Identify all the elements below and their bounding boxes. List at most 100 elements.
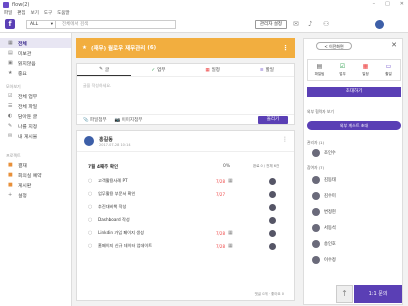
folder-icon: ■ [8,162,13,168]
sidebar-item-settings[interactable]: + 설정 [0,190,71,200]
scope-select[interactable]: ALL ▾ [26,20,56,29]
tab-todo[interactable]: ≡ 할일 [240,64,294,76]
task-row[interactable]: ○ Dashboard 작성 [88,215,278,225]
unread-icon: ▣ [8,60,13,66]
tab-calendar[interactable]: ▦ 일정 [354,60,377,80]
tab-files[interactable]: ▤ 파일팀 [308,60,331,80]
checkbox-icon[interactable]: ○ [88,191,98,197]
checkbox-icon[interactable]: ○ [88,217,98,223]
admin-settings-button[interactable]: 관리자 설정 [255,20,287,29]
assignee-avatar[interactable] [269,229,276,237]
search-input[interactable]: 전체에서 검색 [56,20,176,29]
submit-button[interactable]: 올리기 [258,116,288,124]
task-due: 7/27 [216,191,225,197]
avatar [312,224,320,232]
assignee-avatar[interactable] [269,190,276,198]
tab-task[interactable]: ✓ 업무 [131,64,185,76]
sidebar-item-assigned-to-me[interactable]: ✎ 나를 지정 [0,121,71,131]
menu-edit[interactable]: 편집 [17,10,25,16]
sidebar-item-unread[interactable]: ▣ 읽지않음 [0,58,71,68]
checkbox-icon[interactable]: ○ [88,230,98,236]
sidebar-item-unarchived[interactable]: ▤ 미보관 [0,48,71,58]
close-icon[interactable]: ✕ [391,41,397,49]
chevron-down-icon: ▾ [50,22,53,27]
sidebar-item-all-files[interactable]: ☰ 전체 파일 [0,101,71,111]
member-item[interactable]: 김동태 [312,174,336,186]
more-menu-icon[interactable]: ⋮ [282,44,289,52]
minimize-button[interactable]: – [373,1,376,7]
invite-button[interactable]: 초대하기 [307,87,401,97]
project-title: (재무) 월로우 재무관리 [90,46,146,52]
sidebar-item-board[interactable]: ■ 게시판 [0,180,71,190]
menu-tools[interactable]: 도구 [44,10,52,16]
assignee-avatar[interactable] [269,242,276,250]
tab-tasks[interactable]: ☑ 업무 [331,60,354,80]
sidebar-item-approval[interactable]: ■ 결재 [0,160,71,170]
file-icon: ☰ [8,103,13,109]
tab-todo[interactable]: ▭ 할일 [377,60,400,80]
attach-image-button[interactable]: 📷 이미지첨부 [115,117,143,123]
task-row[interactable]: ○ 업무활용 부문서 확인 7/27 [88,189,278,199]
checkbox-icon[interactable]: ○ [88,178,98,184]
back-button[interactable]: < 이전화면 [316,42,352,50]
checkbox-icon[interactable]: ○ [88,243,98,249]
checkbox-icon[interactable]: ○ [88,204,98,210]
brand-logo-icon[interactable]: f [5,19,15,29]
tab-label: 일정 [362,72,369,76]
task-label: 홈페이지 신규 데이터 업데이트 [98,243,153,248]
manager-section-label: 관리자 (1) [307,140,325,145]
task-row[interactable]: ○ 고객활용사례 PT 7/28 ▦ [88,176,278,186]
author-name[interactable]: 홍길동 [99,136,113,143]
tab-label: 일정 [211,68,220,73]
assignee-avatar[interactable] [269,177,276,185]
task-due: 7/28 [216,243,225,249]
chat-inquiry-button[interactable]: 1:1 문의 [354,285,402,303]
list-icon: ▤ [8,50,13,56]
people-icon[interactable]: ⚇ [323,20,329,28]
folder-icon: ■ [8,172,13,178]
maximize-button[interactable]: □ [385,1,390,7]
member-item[interactable]: 변정현 [312,206,336,218]
invite-guest-button[interactable]: 외부 게스트 초대 [307,121,401,130]
menu-file[interactable]: 파일 [4,10,12,16]
avatar [312,240,320,248]
member-item[interactable]: 이수정 [312,254,336,266]
task-row[interactable]: ○ Linkdin 가입 페이지 생성 7/28 ▦ [88,228,278,238]
menu-help[interactable]: 도움말 [57,10,69,16]
member-item[interactable]: 조인수 [312,147,336,159]
sidebar-item-important[interactable]: ★ 중요 [0,68,71,78]
close-window-button[interactable]: ✕ [400,1,404,7]
member-item[interactable]: 김수미 [312,190,336,202]
app-logo-icon [3,1,9,8]
star-icon[interactable]: ★ [82,45,87,51]
tab-post[interactable]: ✎ 글 [77,64,132,76]
composer-input[interactable]: 글을 작성하세요. [83,83,111,89]
calendar-icon[interactable]: ▦ [228,230,233,236]
sidebar-item-all[interactable]: ▦ 전체 [0,38,71,48]
attach-file-button[interactable]: 📎 파일첨부 [83,117,107,123]
post-menu-icon[interactable]: ⋮ [282,136,288,143]
menu-view[interactable]: 보기 [31,10,39,16]
user-avatar[interactable] [375,20,384,29]
sidebar-item-meeting-room[interactable]: ■ 회의실 예약 [0,170,71,180]
task-row[interactable]: ○ 추진대비책 작성 [88,202,278,212]
sidebar-item-saved-posts[interactable]: ◐ 담아둔 글 [0,111,71,121]
tab-schedule[interactable]: ▦ 일정 [186,64,240,76]
calendar-icon[interactable]: ▦ [228,243,233,249]
scroll-top-button[interactable]: ↑ [336,285,353,303]
bell-icon[interactable]: ♪ [308,20,312,28]
assignee-avatar[interactable] [269,216,276,224]
calendar-icon[interactable]: ▦ [228,178,233,184]
post-footer: 댓글 0개 · 좋아요 0 [254,292,284,296]
member-item[interactable]: 송인호 [312,238,336,250]
grid-icon: ▦ [8,40,13,46]
sidebar-item-all-tasks[interactable]: ☑ 전체 업무 [0,91,71,101]
sidebar-item-label: 내 게시물 [18,134,38,140]
chat-icon[interactable]: ✉ [293,20,299,28]
author-avatar[interactable] [84,136,94,146]
sidebar-item-label: 나를 지정 [18,124,38,130]
assignee-avatar[interactable] [269,203,276,211]
member-item[interactable]: 서동석 [312,222,336,234]
sidebar-item-my-posts[interactable]: ✉ 내 게시물 [0,131,71,141]
task-row[interactable]: ○ 홈페이지 신규 데이터 업데이트 7/28 ▦ [88,241,278,251]
